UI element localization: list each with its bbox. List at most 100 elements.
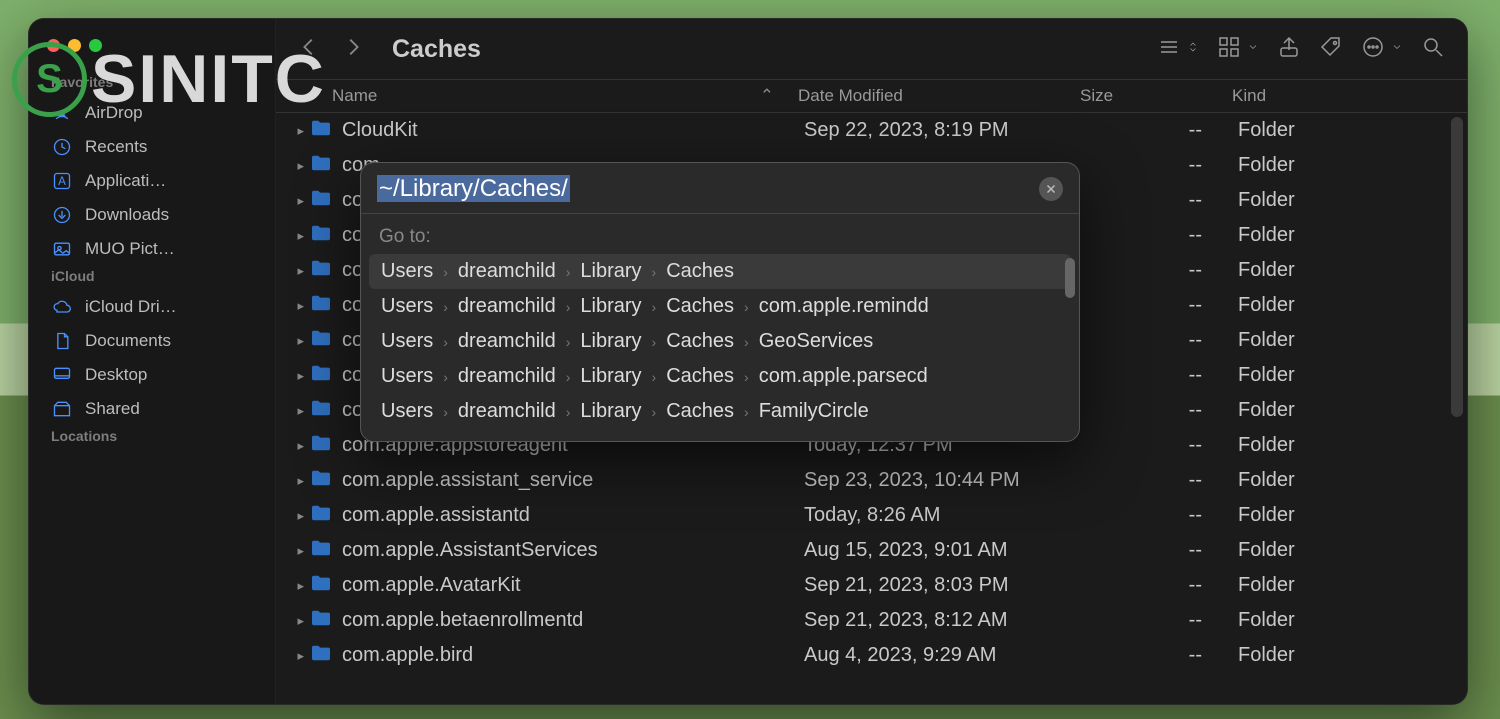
sidebar-item-label: Shared (85, 399, 140, 419)
go-to-suggestion[interactable]: Users›dreamchild›Library›Caches›com.appl… (369, 359, 1071, 394)
file-size: -- (1076, 399, 1226, 422)
file-kind: Folder (1226, 259, 1467, 282)
disclosure-triangle-icon[interactable]: ▸ (276, 648, 304, 664)
path-segment: Library (580, 330, 641, 353)
chevron-right-icon: › (652, 334, 657, 350)
file-size: -- (1076, 434, 1226, 457)
sidebar-item-iclouddrive[interactable]: iCloud Dri… (29, 290, 275, 324)
share-button[interactable] (1277, 35, 1301, 64)
sidebar-item-label: Desktop (85, 365, 147, 385)
column-date-modified[interactable]: Date Modified (788, 86, 1070, 106)
file-name: com.apple.assistantd (342, 504, 794, 527)
sidebar-item-airdrop[interactable]: AirDrop (29, 96, 275, 130)
sidebar-item-shared[interactable]: Shared (29, 392, 275, 426)
group-by-button[interactable] (1217, 35, 1259, 64)
disclosure-triangle-icon[interactable]: ▸ (276, 263, 304, 279)
sidebar-item-label: MUO Pict… (85, 239, 175, 259)
sidebar-item-applications[interactable]: AApplicati… (29, 164, 275, 198)
column-size[interactable]: Size (1070, 86, 1220, 106)
folder-icon (310, 329, 336, 353)
disclosure-triangle-icon[interactable]: ▸ (276, 613, 304, 629)
file-kind: Folder (1226, 189, 1467, 212)
file-size: -- (1076, 189, 1226, 212)
folder-icon (310, 644, 336, 668)
file-kind: Folder (1226, 399, 1467, 422)
file-row[interactable]: ▸com.apple.assistantdToday, 8:26 AM--Fol… (276, 498, 1467, 533)
tags-button[interactable] (1319, 35, 1343, 64)
minimize-window-button[interactable] (68, 39, 81, 52)
file-kind: Folder (1226, 469, 1467, 492)
path-segment: Caches (666, 365, 734, 388)
sidebar-item-downloads[interactable]: Downloads (29, 198, 275, 232)
clear-input-button[interactable] (1039, 177, 1063, 201)
sidebar-item-desktop[interactable]: Desktop (29, 358, 275, 392)
scrollbar-thumb[interactable] (1065, 258, 1075, 298)
sidebar-item-label: Applicati… (85, 171, 166, 191)
folder-icon (310, 259, 336, 283)
chevron-right-icon: › (744, 334, 749, 350)
column-name[interactable]: Name ⌃ (276, 86, 788, 106)
file-size: -- (1076, 574, 1226, 597)
sidebar-item-documents[interactable]: Documents (29, 324, 275, 358)
disclosure-triangle-icon[interactable]: ▸ (276, 228, 304, 244)
scrollbar-thumb[interactable] (1451, 117, 1463, 417)
file-row[interactable]: ▸com.apple.AssistantServicesAug 15, 2023… (276, 533, 1467, 568)
search-button[interactable] (1421, 35, 1445, 64)
disclosure-triangle-icon[interactable]: ▸ (276, 578, 304, 594)
window-title: Caches (392, 35, 481, 64)
file-date: Today, 8:26 AM (794, 504, 1076, 527)
disclosure-triangle-icon[interactable]: ▸ (276, 403, 304, 419)
file-row[interactable]: ▸com.apple.birdAug 4, 2023, 9:29 AM--Fol… (276, 638, 1467, 673)
folder-icon (310, 609, 336, 633)
go-to-path-input[interactable]: ~/Library/Caches/ (377, 175, 1039, 203)
file-kind: Folder (1226, 574, 1467, 597)
column-kind[interactable]: Kind (1220, 86, 1467, 106)
sidebar-item-muopict[interactable]: MUO Pict… (29, 232, 275, 266)
chevron-right-icon: › (566, 334, 571, 350)
go-to-suggestion[interactable]: Users›dreamchild›Library›Caches›GeoServi… (369, 324, 1071, 359)
zoom-window-button[interactable] (89, 39, 102, 52)
go-to-suggestion[interactable]: Users›dreamchild›Library›Caches›com.appl… (369, 289, 1071, 324)
path-segment: Library (580, 295, 641, 318)
toolbar: Caches (276, 19, 1467, 79)
file-kind: Folder (1226, 119, 1467, 142)
disclosure-triangle-icon[interactable]: ▸ (276, 508, 304, 524)
disclosure-triangle-icon[interactable]: ▸ (276, 543, 304, 559)
disclosure-triangle-icon[interactable]: ▸ (276, 368, 304, 384)
sidebar-item-label: Documents (85, 331, 171, 351)
chevron-right-icon: › (443, 404, 448, 420)
disclosure-triangle-icon[interactable]: ▸ (276, 298, 304, 314)
file-row[interactable]: ▸com.apple.assistant_serviceSep 23, 2023… (276, 463, 1467, 498)
close-window-button[interactable] (47, 39, 60, 52)
file-name: com.apple.assistant_service (342, 469, 794, 492)
file-date: Aug 4, 2023, 9:29 AM (794, 644, 1076, 667)
disclosure-triangle-icon[interactable]: ▸ (276, 158, 304, 174)
sidebar-item-recents[interactable]: Recents (29, 130, 275, 164)
disclosure-triangle-icon[interactable]: ▸ (276, 438, 304, 454)
disclosure-triangle-icon[interactable]: ▸ (276, 123, 304, 139)
file-kind: Folder (1226, 364, 1467, 387)
view-mode-button[interactable] (1157, 35, 1199, 64)
folder-icon (310, 539, 336, 563)
disclosure-triangle-icon[interactable]: ▸ (276, 473, 304, 489)
file-row[interactable]: ▸com.apple.AvatarKitSep 21, 2023, 8:03 P… (276, 568, 1467, 603)
go-to-suggestion[interactable]: Users›dreamchild›Library›Caches (369, 254, 1071, 289)
back-button[interactable] (298, 36, 320, 63)
column-name-label: Name (332, 86, 377, 106)
folder-icon (310, 574, 336, 598)
disclosure-triangle-icon[interactable]: ▸ (276, 193, 304, 209)
column-header: Name ⌃ Date Modified Size Kind (276, 79, 1467, 113)
chevron-right-icon: › (744, 369, 749, 385)
chevron-right-icon: › (652, 299, 657, 315)
file-row[interactable]: ▸com.apple.betaenrollmentdSep 21, 2023, … (276, 603, 1467, 638)
disclosure-triangle-icon[interactable]: ▸ (276, 333, 304, 349)
forward-button[interactable] (342, 36, 364, 63)
path-segment: dreamchild (458, 365, 556, 388)
sidebar-section-label: Favorites (29, 72, 275, 96)
sidebar-section-label: Locations (29, 426, 275, 450)
action-menu-button[interactable] (1361, 35, 1403, 64)
file-row[interactable]: ▸CloudKitSep 22, 2023, 8:19 PM--Folder (276, 113, 1467, 148)
go-to-folder-dialog: ~/Library/Caches/ Go to: Users›dreamchil… (360, 162, 1080, 442)
go-to-suggestion[interactable]: Users›dreamchild›Library›Caches›FamilyCi… (369, 394, 1071, 429)
file-date: Sep 21, 2023, 8:03 PM (794, 574, 1076, 597)
